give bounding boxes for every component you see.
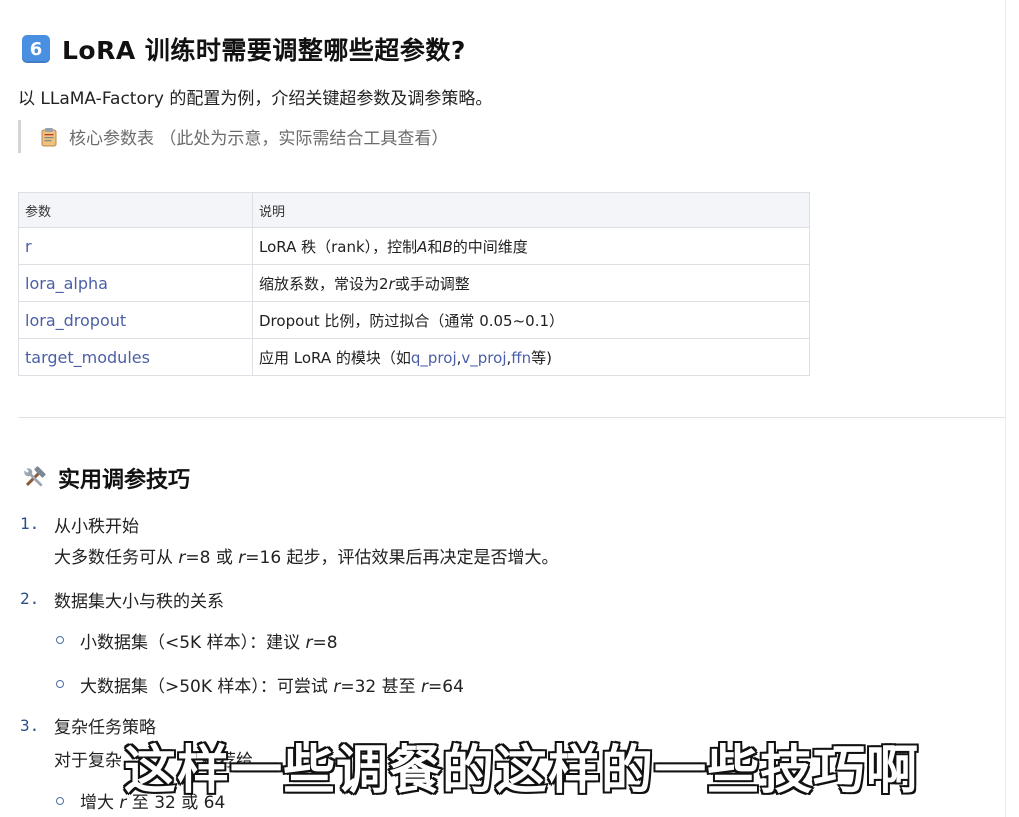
- desc-text: 小数据集（<5K 样本）：建议: [80, 633, 306, 653]
- math-var: A: [417, 237, 428, 256]
- desc-text: 大多数任务可从: [54, 548, 179, 568]
- module-link[interactable]: q_proj: [411, 349, 457, 367]
- list-item-title: 数据集大小与秩的关系: [54, 592, 224, 612]
- table-cell-param[interactable]: lora_alpha: [18, 264, 253, 302]
- bullet-icon: [56, 636, 64, 644]
- desc-text: =8 或: [185, 548, 239, 568]
- math-var: B: [442, 237, 453, 256]
- math-var: r: [421, 677, 429, 697]
- bullet-icon: [56, 797, 64, 805]
- table-row: lora_dropout Dropout 比例，防过拟合（通常 0.05~0.1…: [18, 301, 810, 339]
- table-header-row: 参数 说明: [18, 192, 810, 228]
- desc-text: 缩放系数，常设为2: [259, 274, 389, 293]
- desc-text: 和: [427, 237, 443, 256]
- list-item-desc: 大多数任务可从 r=8 或 r=16 起步，评估效果后再决定是否增大。: [54, 543, 559, 568]
- list-number: 1.: [20, 514, 40, 533]
- list-item-title: 从小秩开始: [54, 517, 139, 537]
- list-subitem: 大数据集（>50K 样本）：可尝试 r=32 甚至 r=64: [80, 672, 464, 697]
- table-row: target_modules 应用 LoRA 的模块（如q_proj,v_pro…: [18, 338, 810, 376]
- table-cell-param[interactable]: r: [18, 227, 253, 265]
- table-cell-desc: 缩放系数，常设为2r或手动调整: [252, 264, 810, 302]
- table-cell-desc: Dropout 比例，防过拟合（通常 0.05~0.1）: [252, 301, 810, 339]
- table-header-desc: 说明: [252, 192, 810, 228]
- math-var: r: [305, 633, 313, 653]
- table-row: lora_alpha 缩放系数，常设为2r或手动调整: [18, 264, 810, 302]
- table-row: r LoRA 秩（rank），控制A和B的中间维度: [18, 227, 810, 265]
- document-page: 6 LoRA 训练时需要调整哪些超参数? 以 LLaMA-Factory 的配置…: [0, 0, 1005, 817]
- quote-text: 核心参数表 （此处为示意，实际需结合工具查看）: [69, 129, 449, 149]
- desc-text: 等): [531, 348, 552, 367]
- desc-text: 大数据集（>50K 样本）：可尝试: [80, 677, 334, 697]
- desc-text: =64: [428, 677, 464, 697]
- hammer-and-wrench-icon: [24, 466, 46, 487]
- module-link[interactable]: v_proj: [461, 349, 506, 367]
- desc-text: =16 起步，评估效果后再决定是否增大。: [245, 548, 559, 568]
- intro-text: 以 LLaMA-Factory 的配置为例，介绍关键超参数及调参策略。: [18, 89, 493, 109]
- desc-text: =32 甚至: [340, 677, 422, 697]
- tips-title: 实用调参技巧: [58, 468, 191, 493]
- section-title: LoRA 训练时需要调整哪些超参数?: [62, 36, 466, 65]
- keycap-six-icon: 6: [22, 35, 50, 63]
- table-cell-desc: 应用 LoRA 的模块（如q_proj,v_proj,ffn等): [252, 338, 810, 376]
- list-number: 3.: [20, 716, 40, 735]
- hyperparameter-table: 参数 说明 r LoRA 秩（rank），控制A和B的中间维度 lora_alp…: [18, 192, 810, 376]
- table-cell-param[interactable]: target_modules: [18, 338, 253, 376]
- desc-text: 或手动调整: [394, 274, 470, 293]
- divider: [18, 417, 1005, 418]
- module-link[interactable]: ffn: [511, 349, 531, 367]
- desc-text: =8: [312, 633, 338, 653]
- desc-text: 应用 LoRA 的模块（如: [259, 348, 411, 367]
- video-subtitle: 这样一些调餐的这样的一些技巧啊: [122, 740, 920, 803]
- table-cell-param[interactable]: lora_dropout: [18, 301, 253, 339]
- desc-text: 对于复杂: [54, 751, 122, 771]
- bullet-icon: [56, 680, 64, 688]
- page-edge: [1005, 0, 1006, 817]
- tips-heading: 实用调参技巧: [20, 462, 190, 494]
- clipboard-icon: [41, 127, 57, 146]
- blockquote: 核心参数表 （此处为示意，实际需结合工具查看）: [18, 120, 448, 153]
- table-cell-desc: LoRA 秩（rank），控制A和B的中间维度: [252, 227, 810, 265]
- desc-text: 增大: [80, 793, 120, 813]
- table-header-param: 参数: [18, 192, 253, 228]
- desc-text: 的中间维度: [452, 237, 528, 256]
- list-number: 2.: [20, 589, 40, 608]
- list-subitem: 小数据集（<5K 样本）：建议 r=8: [80, 628, 338, 653]
- desc-text: Dropout 比例，防过拟合（通常 0.05~0.1）: [259, 311, 565, 330]
- section-heading: 6 LoRA 训练时需要调整哪些超参数?: [22, 31, 466, 67]
- desc-text: LoRA 秩（rank），控制: [259, 237, 418, 256]
